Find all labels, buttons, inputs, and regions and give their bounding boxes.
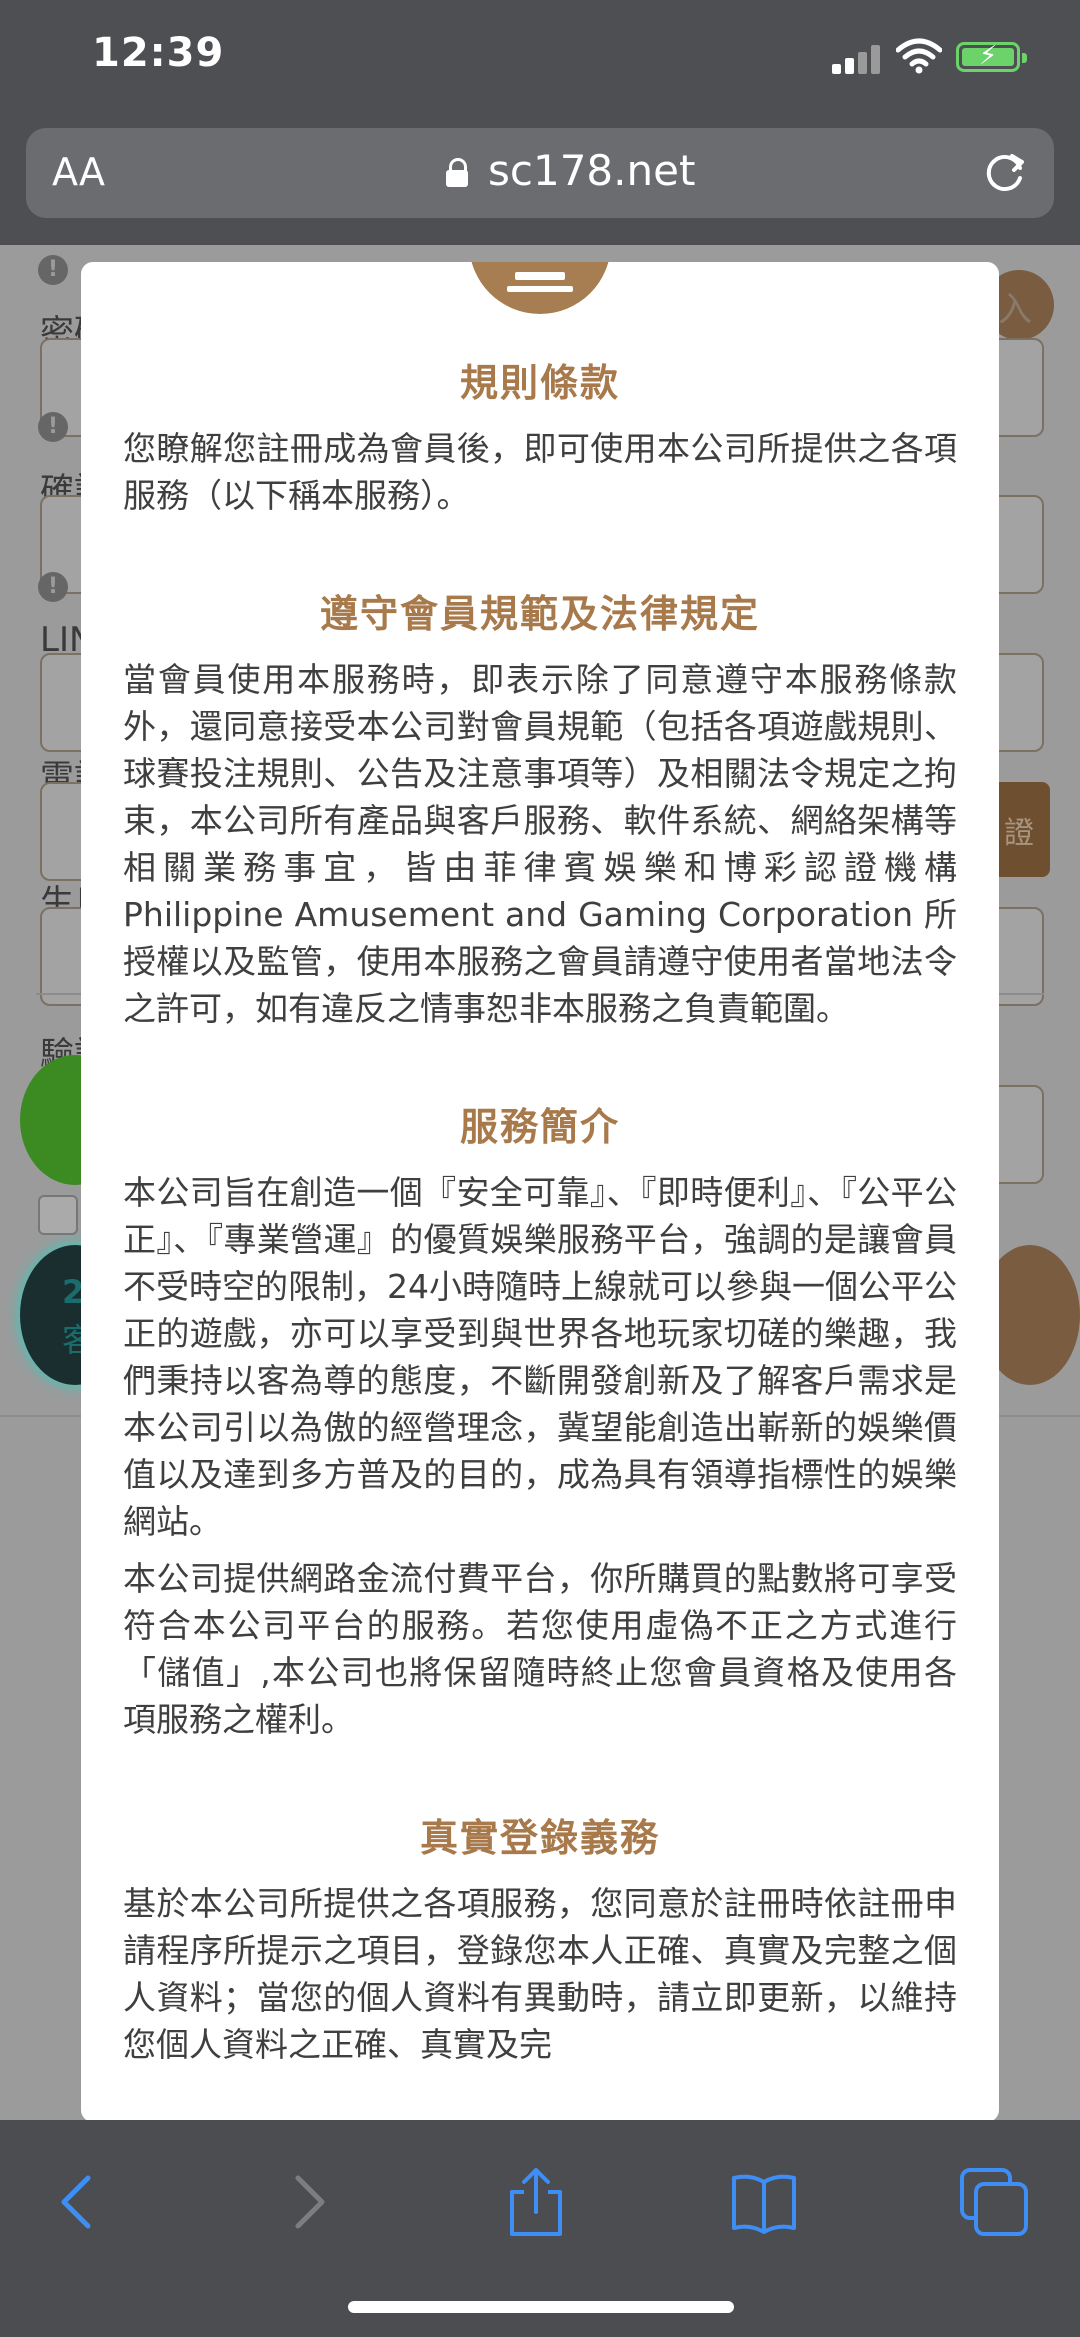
warning-icon: ! [38, 255, 68, 285]
battery-icon: ⚡ [956, 41, 1027, 72]
back-icon[interactable] [40, 2162, 120, 2242]
send-code-button[interactable]: 證 [990, 782, 1050, 877]
lock-icon [446, 158, 468, 187]
terms-content[interactable]: 規則條款 您瞭解您註冊成為會員後，即可使用本公司所提供之各項服務（以下稱本服務）… [123, 352, 957, 2068]
bookmarks-icon[interactable] [724, 2162, 804, 2242]
warning-icon: ! [38, 572, 68, 602]
section-title: 服務簡介 [459, 1105, 620, 1149]
section-paragraph: 當會員使用本服務時，即表示除了同意遵守本服務條款外，還同意接受本公司對會員規範（… [123, 660, 957, 1028]
terms-modal[interactable]: 規則條款 您瞭解您註冊成為會員後，即可使用本公司所提供之各項服務（以下稱本服務）… [81, 262, 999, 2122]
section-title: 遵守會員規範及法律規定 [319, 592, 760, 636]
agree-checkbox[interactable] [38, 1195, 78, 1235]
browser-address-area: AA sc178.net [0, 120, 1080, 245]
reload-icon[interactable] [982, 148, 1030, 196]
section-paragraph: 基於本公司所提供之各項服務，您同意於註冊時依註冊申請程序所提示之項目，登錄您本人… [123, 1884, 957, 2064]
wifi-icon [896, 38, 942, 74]
scale-icon [469, 262, 611, 314]
text-size-button[interactable]: AA [52, 150, 105, 194]
forward-icon[interactable] [266, 2162, 346, 2242]
section-paragraph: 本公司提供網路金流付費平台，你所購買的點數將可享受符合本公司平台的服務。若您使用… [123, 1559, 957, 1739]
address-bar[interactable]: AA sc178.net [26, 128, 1054, 218]
section-title: 規則條款 [459, 361, 620, 405]
status-time: 12:39 [92, 30, 225, 76]
status-bar: 12:39 ⚡ [0, 0, 1080, 120]
share-icon[interactable] [496, 2162, 576, 2242]
tabs-icon[interactable] [954, 2162, 1034, 2242]
signal-icon [832, 44, 880, 74]
section-paragraph: 您瞭解您註冊成為會員後，即可使用本公司所提供之各項服務（以下稱本服務）。 [123, 429, 957, 515]
warning-icon: ! [38, 412, 68, 442]
url-text[interactable]: sc178.net [488, 146, 695, 195]
section-title: 真實登錄義務 [419, 1816, 660, 1860]
section-paragraph: 本公司旨在創造一個『安全可靠』、『即時便利』、『公平公正』、『專業營運』的優質娛… [123, 1173, 957, 1541]
home-indicator[interactable] [348, 2301, 734, 2313]
